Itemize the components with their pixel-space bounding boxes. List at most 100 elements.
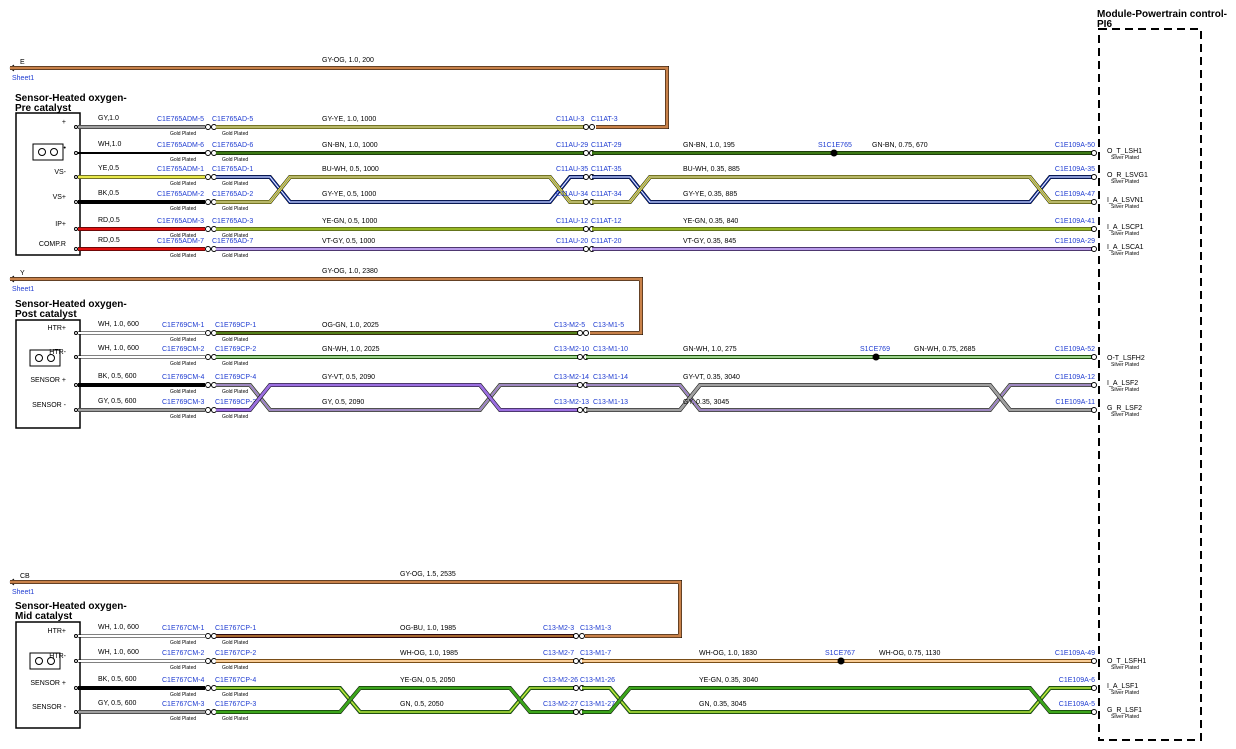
post-mid-label-0: OG-GN, 1.0, 2025 xyxy=(322,322,379,329)
post-pin-dot-0 xyxy=(74,331,78,335)
mid-conn1-label-1: C1E767CM-2 xyxy=(162,650,205,657)
pre-right-wire-2 xyxy=(592,175,1092,204)
pre-gold-a-0: Gold Plated xyxy=(170,131,196,137)
post-conn2-label-0: C1E769CP-1 xyxy=(215,322,256,329)
pre-sensor-box xyxy=(15,112,81,256)
mid-ref-sheet: Sheet1 xyxy=(12,589,34,596)
post-conn-right-0 xyxy=(211,330,217,336)
post-right-wire-2-edge xyxy=(586,383,1092,412)
pre-conn-right-3 xyxy=(211,199,217,205)
post-gold-a-3: Gold Plated xyxy=(170,414,196,420)
post-right-wire-3-fill xyxy=(586,383,1092,412)
pre-conn1-label-3: C1E765ADM-2 xyxy=(157,191,204,198)
post-mid-label-1: GN-WH, 1.0, 2025 xyxy=(322,346,380,353)
pre-pin-5: COMP.R xyxy=(39,241,66,248)
pre-right2-label-1: GN-BN, 0.75, 670 xyxy=(872,142,928,149)
post-pcm-pin-3 xyxy=(1091,407,1097,413)
post-conn1-label-1: C1E769CM-2 xyxy=(162,346,205,353)
post-pcm-pin-2 xyxy=(1091,382,1097,388)
mid-gold-a-2: Gold Plated xyxy=(170,692,196,698)
post-pin-1: HTR- xyxy=(49,349,66,356)
post-mid-wire-3-edge xyxy=(216,383,580,412)
mid-pcm-pin-3 xyxy=(1091,709,1097,715)
mid-conn-right-0 xyxy=(211,633,217,639)
pre-silver-3: Silver Plated xyxy=(1111,204,1139,210)
post-conn-left-1 xyxy=(205,354,211,360)
post-c3-label-0: C13-M2-5 xyxy=(554,322,585,329)
mid-gold-a-0: Gold Plated xyxy=(170,640,196,646)
pre-mid-label-1: GN-BN, 1.0, 1000 xyxy=(322,142,378,149)
mid-inline-a-0 xyxy=(573,633,579,639)
mid-lead-2: BK, 0.5, 600 xyxy=(98,676,137,683)
post-inline-a-1 xyxy=(577,354,583,360)
pre-c4-label-4: C11AT-12 xyxy=(591,218,622,225)
post-c3-label-1: C13-M2-10 xyxy=(554,346,589,353)
post-right-label-1: GN-WH, 1.0, 275 xyxy=(683,346,737,353)
pre-mid-label-0: GY-YE, 1.0, 1000 xyxy=(322,116,376,123)
mid-pin-dot-1 xyxy=(74,659,78,663)
mid-right-wire-3-edge xyxy=(582,686,1092,714)
pre-pcm-pin-4 xyxy=(1091,226,1097,232)
post-mid-label-3: GY, 0.5, 2090 xyxy=(322,399,364,406)
pre-c4-label-0: C11AT-3 xyxy=(591,116,618,123)
mid-right-wire-2-stripe xyxy=(582,687,1092,713)
pre-c3-label-1: C11AU-29 xyxy=(556,142,588,149)
post-right-label-2: GY-VT, 0.35, 3040 xyxy=(683,374,740,381)
pre-pcm-conn-3: C1E109A-47 xyxy=(1055,191,1095,198)
pre-conn-left-0 xyxy=(205,124,211,130)
mid-sensor-subtitle: Mid catalyst xyxy=(15,611,73,622)
mid-pin-dot-3 xyxy=(74,710,78,714)
post-sensor-box xyxy=(15,319,81,429)
post-conn1-label-3: C1E769CM-3 xyxy=(162,399,205,406)
mid-inline-a-2 xyxy=(573,685,579,691)
pcm-title: Module-Powertrain control- xyxy=(1097,9,1227,20)
mid-c3-label-0: C13-M2-3 xyxy=(543,625,574,632)
pre-conn-left-4 xyxy=(205,226,211,232)
mid-c3-label-3: C13-M2-27 xyxy=(543,701,578,708)
mid-mid-label-1: WH-OG, 1.0, 1985 xyxy=(400,650,458,657)
post-pin-3: SENSOR - xyxy=(32,402,67,409)
mid-lead-0: WH, 1.0, 600 xyxy=(98,624,139,631)
pre-inline-a-2 xyxy=(583,174,589,180)
pre-silver-1: Silver Plated xyxy=(1111,155,1139,161)
post-mid-wire-2-fill xyxy=(216,383,580,412)
pre-conn-right-5 xyxy=(211,246,217,252)
mid-inline-b-0 xyxy=(579,633,585,639)
mid-right-label-3: GN, 0.35, 3045 xyxy=(699,701,747,708)
post-signal-1: O-T_LSFH2 xyxy=(1107,355,1145,362)
mid-conn1-label-3: C1E767CM-3 xyxy=(162,701,205,708)
post-conn2-label-2: C1E769CP-4 xyxy=(215,374,256,381)
mid-conn2-label-1: C1E767CP-2 xyxy=(215,650,256,657)
pre-mid-label-2: BU-WH, 0.5, 1000 xyxy=(322,166,379,173)
pre-gold-a-2: Gold Plated xyxy=(170,181,196,187)
post-right-wire-2-fill xyxy=(586,383,1092,412)
mid-inline-a-1 xyxy=(573,658,579,664)
post-conn-left-2 xyxy=(205,382,211,388)
mid-pcm-pin-1 xyxy=(1091,658,1097,664)
post-pcm-conn-3: C1E109A-11 xyxy=(1055,399,1095,406)
post-pin-2: SENSOR + xyxy=(30,377,66,384)
pre-conn-left-2 xyxy=(205,174,211,180)
pre-signal-2: O_R_LSVG1 xyxy=(1107,172,1148,179)
mid-right-label-2: YE-GN, 0.35, 3040 xyxy=(699,677,758,684)
pre-conn2-label-3: C1E765AD-2 xyxy=(212,191,253,198)
post-right-label-3: GY, 0.35, 3045 xyxy=(683,399,729,406)
pre-conn-left-5 xyxy=(205,246,211,252)
mid-c4-label-2: C13-M1-26 xyxy=(580,677,615,684)
post-splice-dot-1 xyxy=(872,353,880,361)
post-mid-wire-2 xyxy=(216,383,580,412)
mid-lead-3: GY, 0.5, 600 xyxy=(98,700,137,707)
pre-signal-4: I_A_LSCP1 xyxy=(1107,224,1144,231)
mid-conn1-label-0: C1E767CM-1 xyxy=(162,625,205,632)
mid-conn-right-2 xyxy=(211,685,217,691)
pre-splice-label-1: S1C1E765 xyxy=(818,142,852,149)
mid-silver-3: Silver Plated xyxy=(1111,714,1139,720)
post-gold-a-1: Gold Plated xyxy=(170,361,196,367)
pre-mid-label-5: VT-GY, 0.5, 1000 xyxy=(322,238,375,245)
post-silver-1: Silver Plated xyxy=(1111,362,1139,368)
post-inline-a-3 xyxy=(577,407,583,413)
mid-sensor-box xyxy=(15,621,81,729)
pre-pcm-pin-2 xyxy=(1091,174,1097,180)
post-pin-0: HTR+ xyxy=(48,325,66,332)
pre-inline-a-3 xyxy=(583,199,589,205)
